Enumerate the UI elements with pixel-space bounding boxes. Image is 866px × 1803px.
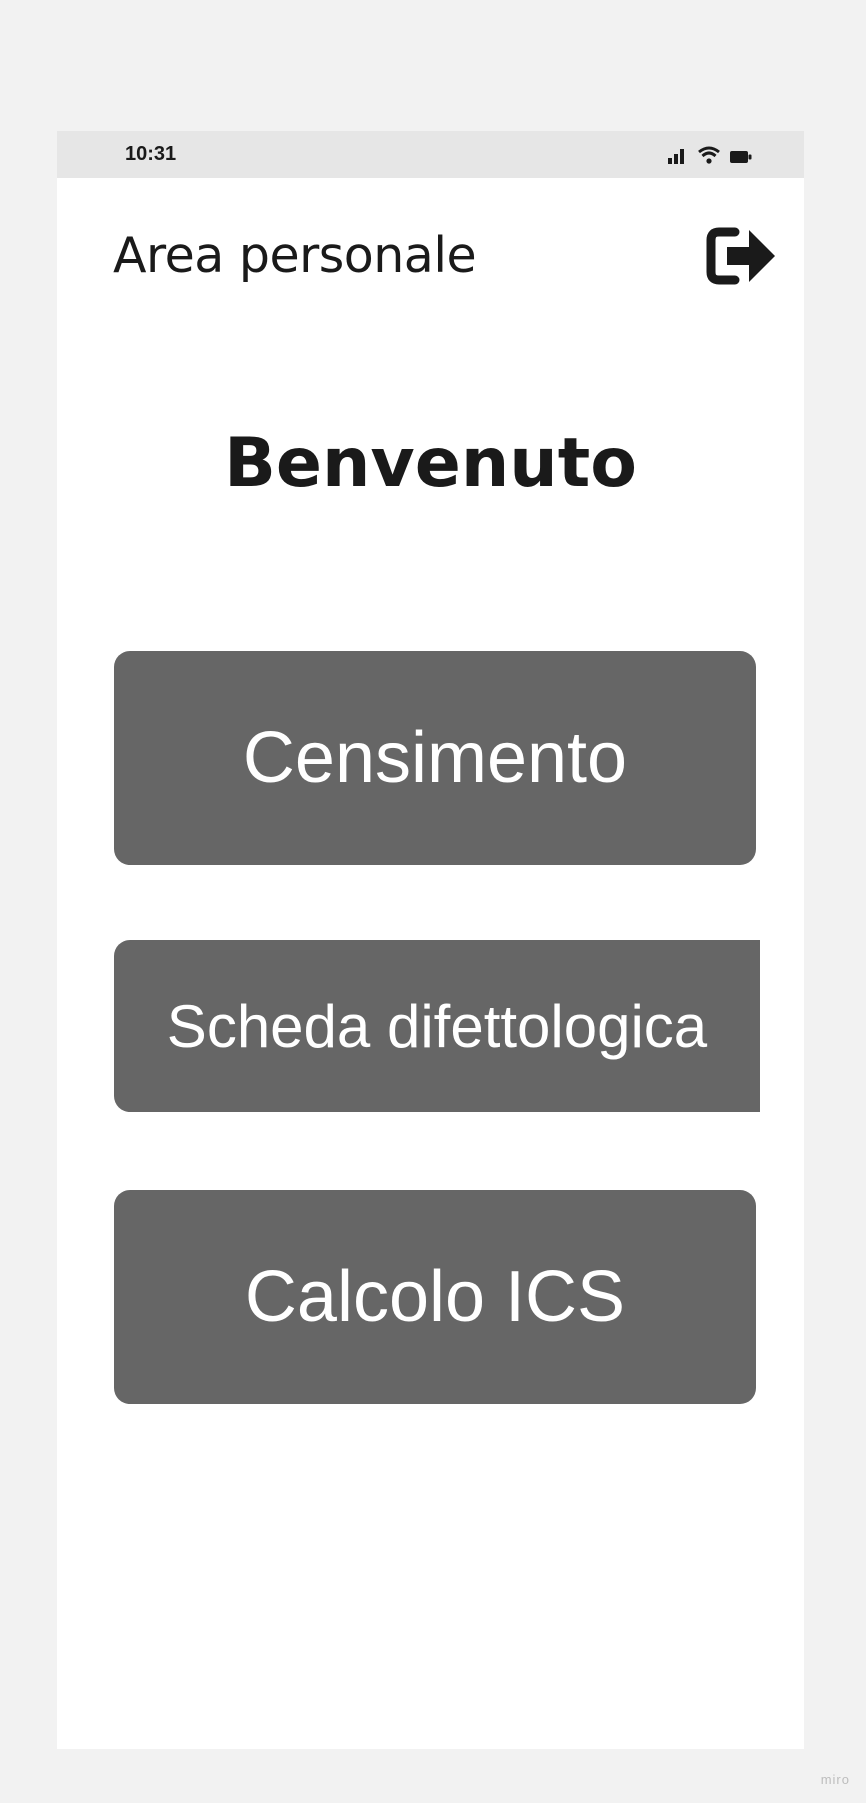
- phone-frame: 10:31 Area personale Benvenuto Censiment…: [57, 131, 804, 1749]
- miro-watermark: miro: [820, 1772, 850, 1787]
- status-time: 10:31: [125, 143, 177, 165]
- censimento-label: Censimento: [242, 718, 628, 798]
- page-title: Area personale: [113, 227, 477, 284]
- censimento-button[interactable]: Censimento: [114, 651, 756, 865]
- welcome-heading: Benvenuto: [224, 424, 637, 503]
- scheda-difettologica-label: Scheda difettologica: [166, 992, 708, 1060]
- scheda-difettologica-button[interactable]: Scheda difettologica: [114, 940, 760, 1112]
- wifi-icon: [698, 146, 720, 164]
- status-bar: 10:31: [57, 131, 804, 178]
- calcolo-ics-button[interactable]: Calcolo ICS: [114, 1190, 756, 1404]
- battery-icon: [730, 151, 752, 163]
- signal-icon: [668, 149, 684, 164]
- logout-button[interactable]: [705, 226, 777, 286]
- logout-icon: [706, 227, 775, 285]
- calcolo-ics-label: Calcolo ICS: [244, 1257, 626, 1337]
- status-icons: [668, 144, 752, 164]
